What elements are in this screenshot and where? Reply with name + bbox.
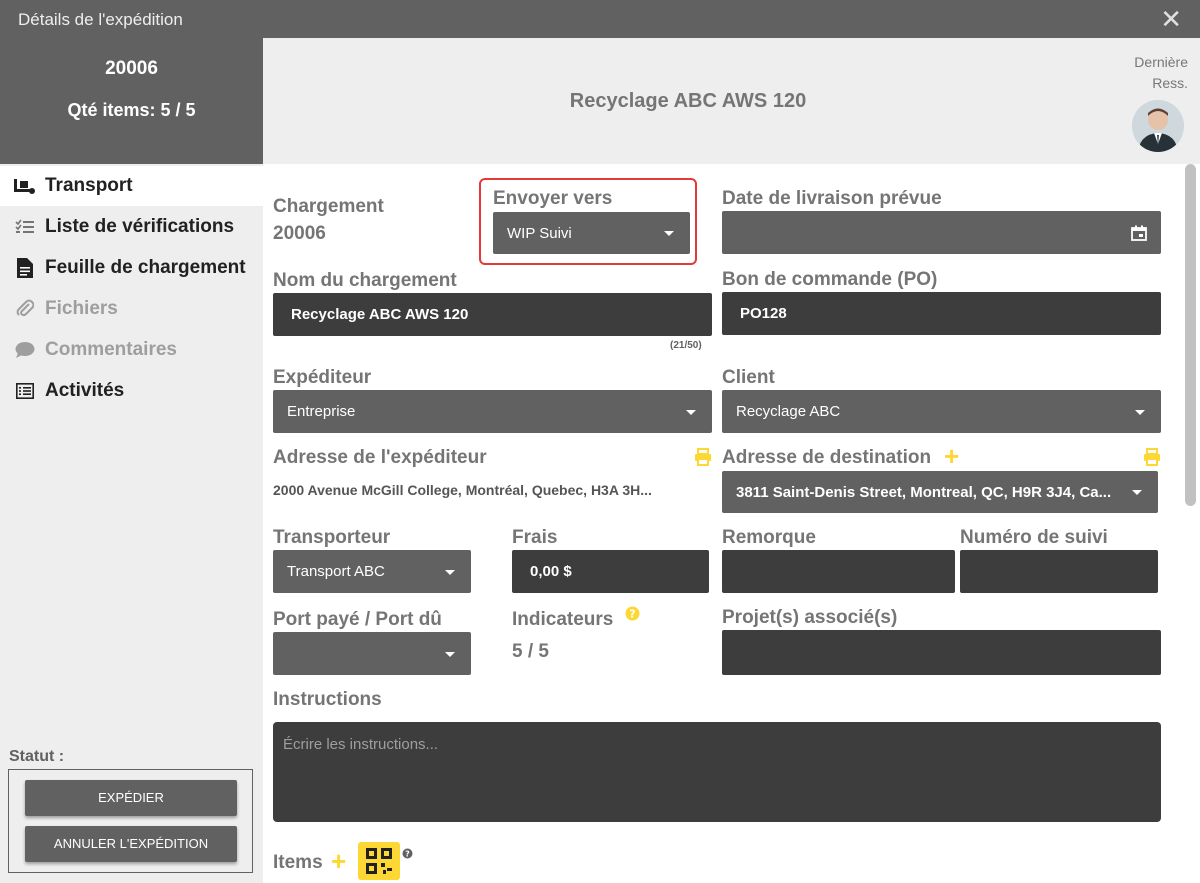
frais-label: Frais [512, 527, 558, 548]
transporteur-value: Transport ABC [287, 563, 385, 580]
envoyer-vers-value: WIP Suivi [507, 224, 572, 242]
client-select[interactable]: Recyclage ABC [722, 390, 1161, 433]
date-livraison-input[interactable] [722, 211, 1161, 254]
expediteur-label: Expéditeur [273, 367, 372, 388]
shipment-name: Recyclage ABC AWS 120 [569, 90, 807, 112]
chevron-down-icon [445, 569, 455, 575]
document-icon [14, 258, 36, 278]
print-icon[interactable] [1143, 448, 1161, 471]
add-icon[interactable]: + [944, 443, 959, 469]
projets-label: Projet(s) associé(s) [722, 607, 898, 628]
sidebar-item-transport[interactable]: Transport [0, 166, 263, 206]
avatar[interactable] [1132, 100, 1184, 152]
paperclip-icon [14, 299, 36, 319]
chevron-down-icon [1132, 490, 1142, 495]
adresse-destination-label: Adresse de destination [722, 447, 932, 468]
nom-chargement-input[interactable]: Recyclage ABC AWS 120 [273, 293, 712, 336]
help-icon[interactable]: ? [625, 606, 640, 626]
shipment-qty: Qté items: 5 / 5 [67, 100, 196, 120]
calendar-icon[interactable] [1131, 225, 1147, 245]
chevron-down-icon [686, 409, 696, 415]
last-resource-label: Dernière Ress. [1134, 54, 1188, 91]
status-actions: EXPÉDIER ANNULER L'EXPÉDITION [8, 769, 253, 873]
print-icon[interactable] [694, 448, 712, 471]
adresse-destination-select[interactable]: 3811 Saint-Denis Street, Montreal, QC, H… [722, 471, 1158, 513]
po-input[interactable]: PO128 [722, 292, 1161, 335]
nom-chargement-label: Nom du chargement [273, 270, 457, 291]
scrollbar[interactable] [1185, 164, 1196, 506]
shipment-number: 20006 [105, 58, 158, 79]
adresse-expediteur-label: Adresse de l'expéditeur [273, 447, 487, 468]
envoyer-vers-label: Envoyer vers [493, 188, 613, 209]
sidebar-item-label: Feuille de chargement [45, 257, 246, 278]
status-label: Statut : [9, 748, 65, 765]
comment-icon [14, 340, 36, 360]
transporteur-label: Transporteur [273, 527, 391, 548]
items-label: Items [273, 852, 323, 873]
sidebar: Transport Liste de vérifications Feuille… [0, 164, 263, 883]
remorque-label: Remorque [722, 527, 816, 548]
projets-input[interactable] [722, 630, 1161, 675]
sidebar-item-label: Transport [45, 175, 133, 196]
chevron-down-icon [1135, 409, 1145, 415]
qr-code-icon[interactable] [358, 842, 400, 880]
truck-loading-icon [14, 176, 36, 196]
nom-chargement-counter: (21/50) [670, 340, 702, 351]
sidebar-item-comments[interactable]: Commentaires [0, 330, 263, 370]
instructions-textarea[interactable]: Écrire les instructions... [273, 722, 1161, 822]
svg-text:?: ? [629, 608, 635, 621]
instructions-label: Instructions [273, 689, 382, 710]
indicateurs-label: Indicateurs [512, 609, 614, 630]
instructions-placeholder: Écrire les instructions... [283, 736, 439, 753]
frais-input[interactable]: 0,00 $ [512, 550, 709, 593]
window-title: Détails de l'expédition [18, 10, 183, 29]
cancel-shipment-button[interactable]: ANNULER L'EXPÉDITION [25, 826, 237, 862]
remorque-input[interactable] [722, 550, 955, 593]
port-label: Port payé / Port dû [273, 609, 442, 630]
envoyer-vers-select[interactable]: WIP Suivi [493, 212, 690, 254]
transporteur-select[interactable]: Transport ABC [273, 550, 471, 593]
chevron-down-icon [445, 651, 455, 657]
sidebar-item-label: Commentaires [45, 339, 177, 360]
shipment-summary: 20006 Qté items: 5 / 5 [0, 38, 263, 164]
transport-form: Chargement 20006 Envoyer vers WIP Suivi … [263, 164, 1200, 883]
indicateurs-value: 5 / 5 [512, 641, 549, 662]
expediteur-value: Entreprise [287, 403, 356, 420]
sidebar-item-files[interactable]: Fichiers [0, 289, 263, 329]
sidebar-item-activities[interactable]: Activités [0, 371, 263, 411]
chargement-value: 20006 [273, 223, 326, 244]
sidebar-item-label: Fichiers [45, 298, 118, 319]
chevron-down-icon [664, 231, 674, 236]
checklist-icon [14, 217, 36, 237]
ship-button[interactable]: EXPÉDIER [25, 780, 237, 816]
sidebar-item-label: Liste de vérifications [45, 216, 235, 237]
help-icon[interactable]: ? [402, 846, 413, 864]
port-select[interactable] [273, 632, 471, 675]
close-icon[interactable]: ✕ [1160, 6, 1182, 32]
svg-text:?: ? [405, 850, 410, 859]
adresse-destination-value: 3811 Saint-Denis Street, Montreal, QC, H… [736, 483, 1112, 501]
sidebar-item-checklist[interactable]: Liste de vérifications [0, 207, 263, 247]
sidebar-item-label: Activités [45, 380, 125, 401]
list-icon [14, 381, 36, 401]
adresse-expediteur-value: 2000 Avenue McGill College, Montréal, Qu… [273, 482, 652, 498]
date-livraison-label: Date de livraison prévue [722, 188, 942, 209]
shipment-header: Recyclage ABC AWS 120 Dernière Ress. [263, 38, 1200, 164]
numero-suivi-label: Numéro de suivi [960, 527, 1108, 548]
client-value: Recyclage ABC [736, 403, 841, 420]
window-titlebar: Détails de l'expédition ✕ [0, 0, 1200, 38]
client-label: Client [722, 367, 775, 388]
add-item-icon[interactable]: + [331, 848, 346, 874]
numero-suivi-input[interactable] [960, 550, 1158, 593]
expediteur-select[interactable]: Entreprise [273, 390, 712, 433]
chargement-label: Chargement [273, 196, 384, 217]
po-label: Bon de commande (PO) [722, 269, 938, 290]
sidebar-item-loading-sheet[interactable]: Feuille de chargement [0, 248, 263, 288]
